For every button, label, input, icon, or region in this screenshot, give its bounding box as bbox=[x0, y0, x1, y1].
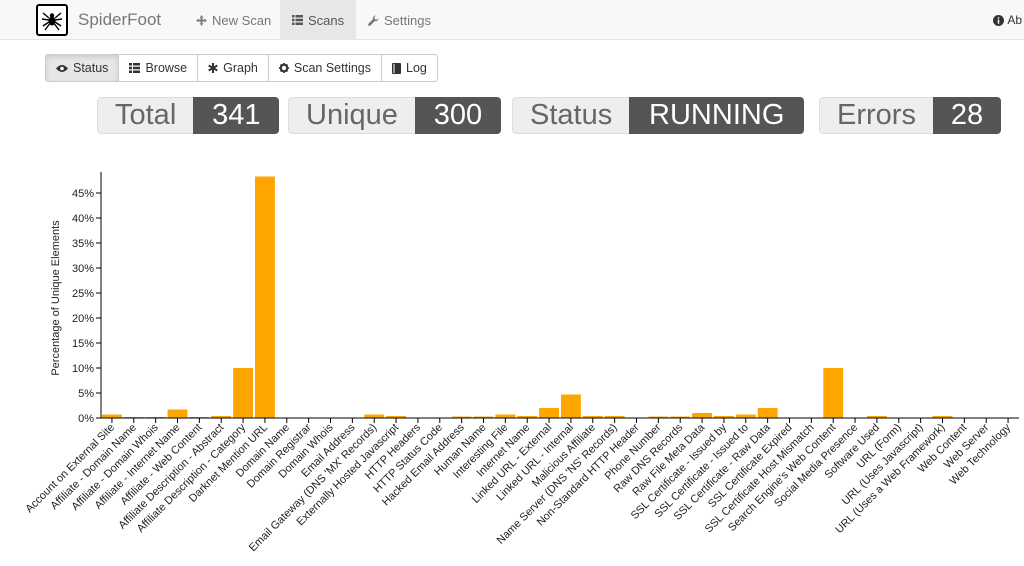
tab-log[interactable]: Log bbox=[382, 55, 437, 81]
element-type-bar-chart: Percentage of Unique Elements 0% 5% 10% 15% 2… bbox=[23, 172, 1019, 554]
tab-graph[interactable]: Graph bbox=[198, 55, 269, 81]
asterisk-icon bbox=[208, 63, 218, 73]
list-icon bbox=[292, 15, 303, 25]
y-tick-label: 30% bbox=[72, 263, 94, 275]
tab-browse-label: Browse bbox=[145, 61, 188, 75]
chart-bar[interactable] bbox=[255, 176, 275, 419]
chart-bar[interactable] bbox=[167, 409, 188, 419]
spider-logo-icon bbox=[36, 4, 68, 36]
y-tick-label: 0% bbox=[78, 413, 94, 425]
navbar: SpiderFoot New Scan Scans Settings Ab bbox=[0, 0, 1024, 40]
chart-bar[interactable] bbox=[495, 414, 516, 419]
tab-status-label: Status bbox=[73, 61, 109, 75]
brand[interactable]: SpiderFoot bbox=[36, 4, 161, 36]
nav-scans-label: Scans bbox=[308, 12, 345, 28]
nav-new-scan-label: New Scan bbox=[212, 12, 272, 28]
stat-unique: Unique 300 bbox=[288, 97, 501, 134]
stat-status-label: Status bbox=[512, 97, 630, 134]
y-tick-label: 40% bbox=[72, 213, 94, 225]
stat-errors-value: 28 bbox=[932, 97, 1001, 134]
nav-settings[interactable]: Settings bbox=[356, 0, 443, 40]
nav-about[interactable]: Ab bbox=[993, 0, 1024, 40]
chart-bar[interactable] bbox=[364, 414, 385, 419]
tab-graph-label: Graph bbox=[223, 61, 258, 75]
tab-scan-settings[interactable]: Scan Settings bbox=[268, 55, 383, 81]
nav-scans[interactable]: Scans bbox=[280, 0, 357, 40]
eye-icon bbox=[56, 64, 68, 72]
stat-status: Status RUNNING bbox=[512, 97, 805, 134]
y-tick-label: 5% bbox=[78, 388, 94, 400]
nav-new-scan[interactable]: New Scan bbox=[184, 0, 283, 40]
stat-total-label: Total bbox=[97, 97, 194, 134]
info-icon bbox=[993, 14, 1005, 26]
y-tick-label: 15% bbox=[72, 338, 94, 350]
y-tick-label: 20% bbox=[72, 313, 94, 325]
chart-bar[interactable] bbox=[539, 408, 559, 418]
brand-name: SpiderFoot bbox=[78, 10, 162, 29]
crosshairs-icon bbox=[196, 14, 207, 26]
tab-status[interactable]: Status bbox=[46, 55, 120, 81]
chart-bar[interactable] bbox=[692, 413, 712, 418]
stat-status-value: RUNNING bbox=[629, 97, 805, 134]
chart-bar[interactable] bbox=[823, 368, 844, 418]
wrench-icon bbox=[368, 14, 379, 26]
tab-browse[interactable]: Browse bbox=[119, 55, 199, 81]
y-tick-label: 45% bbox=[72, 188, 94, 200]
book-icon bbox=[392, 62, 402, 74]
stat-errors-label: Errors bbox=[819, 97, 933, 134]
chart-bar[interactable] bbox=[735, 414, 756, 419]
y-tick-label: 25% bbox=[72, 288, 94, 300]
chart-bar[interactable] bbox=[561, 394, 581, 419]
chart-bar[interactable] bbox=[102, 414, 122, 419]
stat-unique-label: Unique bbox=[288, 97, 415, 134]
stat-total: Total 341 bbox=[97, 97, 280, 134]
scan-tabs: Status Browse Graph Scan Settings Log bbox=[45, 54, 438, 82]
nav-settings-label: Settings bbox=[384, 12, 431, 28]
stat-errors: Errors 28 bbox=[819, 97, 1001, 134]
stat-total-value: 341 bbox=[193, 97, 280, 134]
cog-icon bbox=[278, 63, 289, 73]
tab-scan-settings-label: Scan Settings bbox=[293, 61, 372, 75]
chart-bar[interactable] bbox=[757, 408, 778, 418]
table-icon bbox=[129, 63, 141, 73]
y-axis-label: Percentage of Unique Elements bbox=[50, 220, 62, 376]
chart-bar[interactable] bbox=[233, 368, 253, 418]
stat-unique-value: 300 bbox=[414, 97, 501, 134]
nav-about-label: Ab bbox=[1007, 13, 1022, 27]
y-tick-label: 35% bbox=[72, 238, 94, 250]
y-tick-label: 10% bbox=[72, 363, 94, 375]
tab-log-label: Log bbox=[406, 61, 427, 75]
